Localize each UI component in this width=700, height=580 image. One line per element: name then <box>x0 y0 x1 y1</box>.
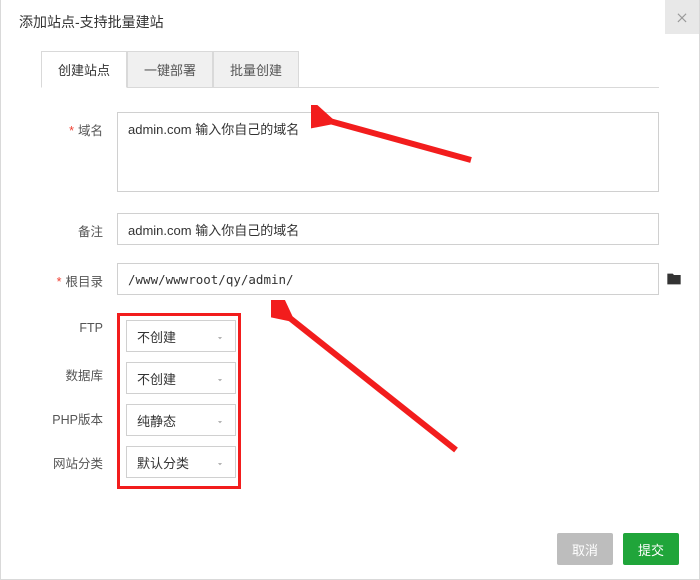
row-remark: 备注 <box>41 213 659 245</box>
php-version-select-value: 纯静态 <box>137 411 176 430</box>
add-site-modal: 添加站点-支持批量建站 创建站点 一键部署 批量创建 *域名 备注 <box>0 0 700 580</box>
cancel-button[interactable]: 取消 <box>557 533 613 565</box>
modal-title: 添加站点-支持批量建站 <box>19 14 164 30</box>
annotation-highlight-box: 不创建 不创建 纯静态 默认分类 <box>117 313 241 489</box>
database-select-value: 不创建 <box>137 369 176 388</box>
label-root-dir: *根目录 <box>41 263 117 290</box>
tab-batch-create[interactable]: 批量创建 <box>213 51 299 88</box>
folder-icon[interactable] <box>665 271 683 290</box>
tabs: 创建站点 一键部署 批量创建 <box>41 50 659 88</box>
domain-textarea[interactable] <box>117 112 659 192</box>
remark-input[interactable] <box>117 213 659 245</box>
chevron-down-icon <box>215 415 225 425</box>
ftp-select[interactable]: 不创建 <box>126 320 236 352</box>
modal-header: 添加站点-支持批量建站 <box>1 0 699 44</box>
label-domain: *域名 <box>41 112 117 139</box>
label-database: 数据库 <box>41 357 117 401</box>
tab-create-site[interactable]: 创建站点 <box>41 51 127 88</box>
php-version-select[interactable]: 纯静态 <box>126 404 236 436</box>
label-php-version: PHP版本 <box>41 401 117 445</box>
label-remark: 备注 <box>41 213 117 240</box>
modal-footer: 取消 提交 <box>557 533 679 565</box>
database-select[interactable]: 不创建 <box>126 362 236 394</box>
select-area: FTP 数据库 PHP版本 网站分类 不创建 不创建 纯静态 <box>41 313 659 489</box>
chevron-down-icon <box>215 373 225 383</box>
root-dir-input[interactable] <box>117 263 659 295</box>
chevron-down-icon <box>215 331 225 341</box>
row-root-dir: *根目录 <box>41 263 659 295</box>
required-marker: * <box>69 124 74 138</box>
tab-one-click-deploy[interactable]: 一键部署 <box>127 51 213 88</box>
site-category-select-value: 默认分类 <box>137 453 189 472</box>
site-category-select[interactable]: 默认分类 <box>126 446 236 478</box>
modal-body: 创建站点 一键部署 批量创建 *域名 备注 *根目录 <box>1 44 699 489</box>
row-domain: *域名 <box>41 112 659 195</box>
submit-button[interactable]: 提交 <box>623 533 679 565</box>
chevron-down-icon <box>215 457 225 467</box>
close-icon[interactable] <box>665 0 699 34</box>
ftp-select-value: 不创建 <box>137 327 176 346</box>
label-ftp: FTP <box>41 313 117 357</box>
label-site-category: 网站分类 <box>41 445 117 489</box>
required-marker: * <box>57 275 62 289</box>
